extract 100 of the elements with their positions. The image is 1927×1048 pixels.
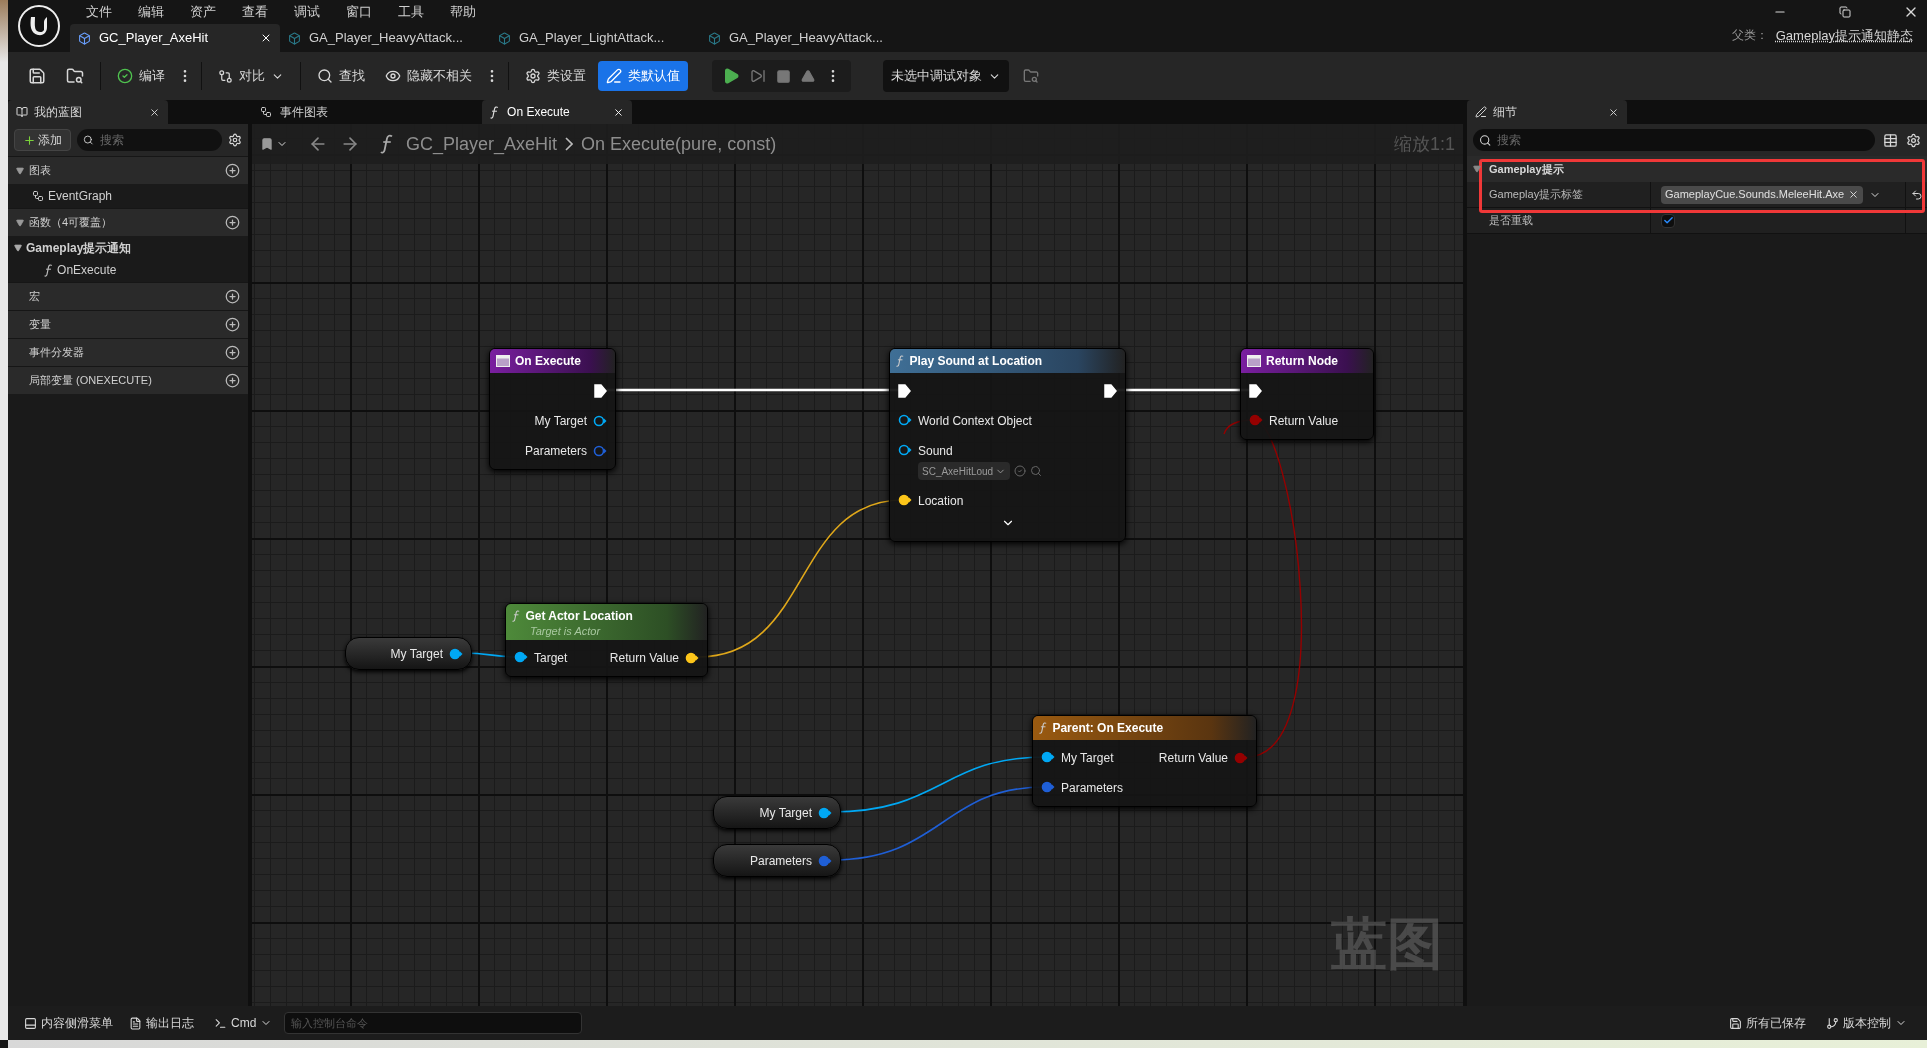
parent-class-link[interactable]: Gameplay提示通知静态 (1775, 25, 1913, 45)
menu-item[interactable]: 文件 (86, 2, 112, 22)
graph-node[interactable]: Play Sound at Location World Context Object Sound SC_AxeHitLoud Location (889, 348, 1126, 542)
stop-icon[interactable] (776, 68, 791, 84)
variable-node[interactable]: My Target (345, 637, 472, 670)
remove-icon[interactable] (1848, 189, 1860, 200)
variable-node[interactable]: My Target (713, 796, 841, 829)
expand-arrow-icon[interactable] (16, 166, 24, 175)
exec-pin-icon[interactable] (1249, 384, 1262, 398)
section-header[interactable]: 变量 (8, 310, 248, 338)
tag-chip[interactable]: GameplayCue.Sounds.MeleeHit.Axe (1661, 185, 1864, 204)
section-header[interactable]: 函数（4可覆盖） (8, 208, 248, 236)
search-field[interactable]: 搜索 (1473, 129, 1875, 151)
table-icon[interactable] (1883, 132, 1898, 148)
menu-item[interactable]: 帮助 (450, 2, 476, 22)
exec-pin-icon[interactable] (898, 384, 911, 398)
add-icon[interactable] (225, 373, 240, 388)
add-icon[interactable] (225, 345, 240, 360)
menu-item[interactable]: 资产 (190, 2, 216, 22)
output-log-button[interactable]: 输出日志 (121, 1010, 202, 1036)
content-drawer-button[interactable]: 内容侧滑菜单 (20, 1010, 117, 1036)
category-header[interactable]: Gameplay提示 (1467, 156, 1927, 182)
section-header[interactable]: 宏 (8, 282, 248, 310)
compile-button[interactable]: 编译 (109, 61, 173, 91)
breadcrumb-item[interactable]: GC_Player_AxeHit (406, 130, 558, 158)
find-button[interactable]: 查找 (309, 61, 373, 91)
restore-icon[interactable] (1839, 6, 1851, 18)
add-icon[interactable] (225, 289, 240, 304)
tree-item[interactable]: OnExecute (8, 259, 248, 281)
console-field[interactable]: 输入控制台命令 (284, 1012, 583, 1034)
eject-icon[interactable] (801, 69, 815, 83)
add-icon[interactable] (225, 317, 240, 332)
graph-tab[interactable]: 事件图表 (252, 100, 402, 124)
pin-icon[interactable] (898, 444, 912, 456)
section-header[interactable]: 事件分发器 (8, 338, 248, 366)
settings-icon[interactable] (1906, 132, 1921, 148)
menu-item[interactable]: 工具 (398, 2, 424, 22)
step-icon[interactable] (750, 68, 766, 84)
panel-tab[interactable]: 细节 (1467, 100, 1627, 124)
add-icon[interactable] (225, 163, 240, 178)
document-tab[interactable]: GA_Player_LightAttack... (490, 24, 700, 52)
function-icon (512, 609, 521, 622)
source-control-button[interactable]: 版本控制 (1818, 1010, 1915, 1036)
graph-node[interactable]: Return Node Return Value (1240, 348, 1374, 440)
play-icon[interactable] (722, 67, 740, 85)
menu-item[interactable]: 窗口 (346, 2, 372, 22)
exec-pin-icon[interactable] (1104, 384, 1117, 398)
graph-node[interactable]: Get Actor Location Target is Actor Target Return Value (505, 603, 708, 677)
class-defaults-button[interactable]: 类默认值 (598, 61, 688, 91)
reset-icon[interactable] (1910, 188, 1923, 201)
expand-arrow-icon[interactable] (14, 244, 22, 252)
logo[interactable] (18, 5, 60, 47)
pin-icon[interactable] (514, 651, 528, 663)
debug-target-dropdown[interactable]: 未选中调试对象 (883, 60, 1009, 92)
search-icon[interactable] (1030, 465, 1043, 477)
menu-item[interactable]: 查看 (242, 2, 268, 22)
graph-node[interactable]: Parent: On Execute My Target Return Value Parameters (1032, 715, 1257, 807)
search-field[interactable]: 搜索 (77, 129, 222, 151)
section-header[interactable]: 图表 (8, 156, 248, 184)
browse-icon[interactable] (66, 67, 84, 85)
breadcrumb-item[interactable]: On Execute(pure, const) (581, 130, 777, 158)
checkbox[interactable] (1661, 213, 1675, 228)
asset-dropdown[interactable]: SC_AxeHitLoud (918, 462, 1011, 480)
add-button[interactable]: 添加 (14, 129, 71, 151)
pin-icon[interactable] (593, 415, 607, 427)
expand-arrow-icon[interactable] (1473, 165, 1481, 173)
close-icon[interactable] (613, 106, 624, 118)
expand-arrow-icon[interactable] (16, 218, 24, 227)
save-icon[interactable] (28, 67, 46, 85)
pin-icon[interactable] (898, 414, 912, 426)
bookmark-icon[interactable] (260, 137, 274, 151)
save-status-button[interactable]: 所有已保存 (1721, 1010, 1814, 1036)
add-icon[interactable] (225, 215, 240, 230)
pin-icon[interactable] (1041, 751, 1055, 763)
menu-item[interactable]: 调试 (294, 2, 320, 22)
diff-button[interactable]: 对比 (210, 61, 292, 91)
pin-icon[interactable] (449, 647, 463, 660)
close-icon[interactable] (260, 32, 272, 44)
document-tab[interactable]: GC_Player_AxeHit (70, 24, 280, 52)
class-settings-button[interactable]: 类设置 (517, 61, 594, 91)
settings-icon[interactable] (228, 133, 242, 147)
graph-tab[interactable]: On Execute (482, 100, 632, 124)
cmd-dropdown[interactable]: Cmd (206, 1010, 281, 1036)
graph-node[interactable]: On Execute My Target Parameters (489, 348, 616, 470)
menu-item[interactable]: 编辑 (138, 2, 164, 22)
pin-icon[interactable] (818, 806, 832, 819)
variable-node[interactable]: Parameters (713, 844, 841, 877)
exec-pin-icon[interactable] (594, 384, 607, 398)
document-tab[interactable]: GA_Player_HeavyAttack... (700, 24, 910, 52)
section-header[interactable]: 局部变量 (ONEXECUTE) (8, 366, 248, 394)
close-icon[interactable] (1608, 106, 1619, 118)
pin-icon[interactable] (685, 652, 699, 664)
search-input[interactable]: 搜索 (99, 131, 216, 149)
document-tab[interactable]: GA_Player_HeavyAttack... (280, 24, 490, 52)
pin-icon[interactable] (898, 494, 912, 506)
hide-unrelated-button[interactable]: 隐藏不相关 (377, 61, 480, 91)
tree-item[interactable]: Gameplay提示通知 (8, 237, 248, 259)
tree-item[interactable]: EventGraph (8, 185, 248, 207)
close-icon[interactable] (149, 106, 160, 118)
panel-tab[interactable]: 我的蓝图 (8, 100, 168, 124)
